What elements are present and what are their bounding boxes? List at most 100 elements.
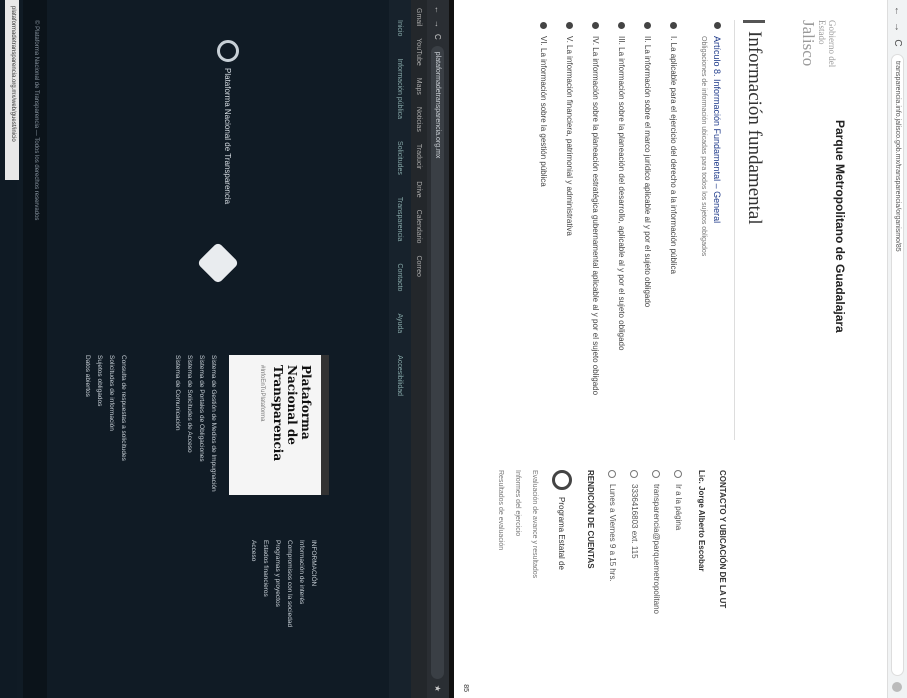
nav-item[interactable]: Accesibilidad bbox=[397, 355, 404, 396]
bookmark[interactable]: Drive bbox=[416, 181, 423, 197]
nav-item[interactable]: Contacto bbox=[397, 263, 404, 291]
extension-icon[interactable] bbox=[892, 682, 903, 692]
hero-section: Plataforma Nacional de Transparencia Pla… bbox=[17, 0, 389, 698]
list-item[interactable]: IV. La información sobre la planeación e… bbox=[574, 22, 600, 452]
bookmark[interactable]: Noticias bbox=[416, 107, 423, 132]
link[interactable]: Programas y proyectos bbox=[271, 540, 283, 690]
program-link[interactable]: Programa Estatal de bbox=[552, 470, 572, 690]
accountability-line[interactable]: Evaluación de avance y resultados bbox=[531, 470, 538, 690]
logo-line2: Jalisco bbox=[799, 20, 818, 67]
list-item[interactable]: II. La información sobre el marco jurídi… bbox=[626, 22, 652, 452]
link[interactable]: Consulta de respuestas a solicitudes bbox=[117, 355, 129, 535]
link[interactable]: Estados financieros bbox=[259, 540, 271, 690]
contact-heading: CONTACTO Y UBICACIÓN DE LA UT bbox=[718, 470, 727, 609]
program-icon bbox=[552, 470, 572, 490]
nav-item[interactable]: Solicitudes bbox=[397, 141, 404, 175]
phone-icon bbox=[630, 470, 639, 478]
star-icon[interactable]: ★ bbox=[434, 685, 443, 692]
address-bar[interactable]: plataformadetransparencia.org.mx bbox=[431, 45, 445, 679]
brand-name[interactable]: Plataforma Nacional de Transparencia bbox=[224, 68, 233, 204]
obligations-list: Artículo 8. Información Fundamental – Ge… bbox=[522, 22, 722, 452]
info-column: INFORMACIÓN Información de interés Compr… bbox=[247, 540, 319, 690]
back-icon[interactable]: ← bbox=[892, 6, 903, 16]
contact-panel: CONTACTO Y UBICACIÓN DE LA UT Lic. Jorge… bbox=[487, 470, 727, 690]
mail-icon bbox=[652, 470, 661, 478]
bookmark[interactable]: Gmail bbox=[416, 8, 423, 26]
right-browser-window: ← → C transparencia.info.jalisco.gob.mx/… bbox=[454, 0, 907, 698]
footer: © Plataforma Nacional de Transparencia —… bbox=[23, 0, 47, 698]
nav-item[interactable]: Ayuda bbox=[397, 313, 404, 333]
clock-icon bbox=[608, 470, 617, 478]
contact-row-text[interactable]: transparencia@parquemetropolitano bbox=[652, 484, 661, 614]
bullet-icon bbox=[644, 22, 651, 29]
link[interactable]: Sistema de Portales de Obligaciones bbox=[195, 355, 207, 535]
page-title: Parque Metropolitano de Guadalajara bbox=[833, 120, 847, 333]
logo-line1: Gobierno del Estado bbox=[817, 20, 837, 68]
bookmark[interactable]: YouTube bbox=[416, 38, 423, 66]
link[interactable]: Sistema de Comunicación bbox=[171, 355, 183, 535]
accountability-line[interactable]: Informes del ejercicio bbox=[514, 470, 521, 690]
address-bar[interactable]: transparencia.info.jalisco.gob.mx/transp… bbox=[891, 54, 904, 676]
list-item-label[interactable]: IV. La información sobre la planeación e… bbox=[591, 36, 600, 395]
divider bbox=[734, 20, 735, 440]
link[interactable]: Sistema de Gestión de Medios de Impugnac… bbox=[207, 355, 219, 535]
nav-item[interactable]: Inicio bbox=[397, 20, 404, 36]
list-item[interactable]: VI. La información sobre la gestión públ… bbox=[522, 22, 548, 452]
link[interactable]: Información de interés bbox=[295, 540, 307, 690]
bookmark[interactable]: Maps bbox=[416, 78, 423, 95]
link[interactable]: Sistema de Solicitudes de Acceso bbox=[183, 355, 195, 535]
list-item-label[interactable]: VI. La información sobre la gestión públ… bbox=[539, 36, 548, 187]
nav-item[interactable]: Información pública bbox=[397, 58, 404, 119]
bookmark[interactable]: Calendario bbox=[416, 210, 423, 244]
link[interactable]: Sujetos obligados bbox=[93, 355, 105, 535]
info-heading: INFORMACIÓN bbox=[310, 540, 317, 587]
list-item[interactable]: Artículo 8. Información Fundamental – Ge… bbox=[678, 22, 722, 452]
forward-icon[interactable]: → bbox=[434, 20, 443, 28]
jalisco-logo: Gobierno del Estado Jalisco bbox=[799, 20, 837, 80]
card-title: Plataforma Nacional de Transparencia bbox=[271, 365, 313, 462]
contact-row-text: 3336416803 ext. 115 bbox=[630, 484, 639, 559]
forward-icon[interactable]: → bbox=[892, 22, 903, 32]
list-item-label[interactable]: Artículo 8. Información Fundamental – Ge… bbox=[712, 36, 722, 223]
window-divider bbox=[449, 0, 454, 698]
list-item[interactable]: III. La información sobre la planeación … bbox=[600, 22, 626, 452]
hero-card: Plataforma Nacional de Transparencia #In… bbox=[229, 355, 329, 495]
link[interactable]: Compromisos con la sociedad bbox=[283, 540, 295, 690]
bullet-icon bbox=[618, 22, 625, 29]
link[interactable]: Datos abiertos bbox=[81, 355, 93, 535]
list-item-label[interactable]: I. La aplicable para el ejercicio del de… bbox=[669, 36, 678, 274]
links-column: Consulta de respuestas a solicitudes Sol… bbox=[81, 355, 129, 535]
list-item-label[interactable]: II. La información sobre el marco jurídi… bbox=[643, 36, 652, 307]
program-label[interactable]: Programa Estatal de bbox=[558, 497, 567, 570]
contact-row[interactable]: Ir a la página bbox=[674, 470, 683, 690]
section-title: Información fundamental bbox=[743, 20, 765, 225]
status-bar: plataformadetransparencia.org.mx/web/gue… bbox=[5, 0, 19, 180]
accountability-line[interactable]: Resultados de evaluación bbox=[497, 470, 504, 690]
brand-logo-icon bbox=[217, 40, 239, 62]
site-nav: Inicio Información pública Solicitudes T… bbox=[389, 0, 411, 698]
bookmark[interactable]: Traducir bbox=[416, 144, 423, 169]
bullet-icon bbox=[540, 22, 547, 29]
site-brand[interactable]: Plataforma Nacional de Transparencia bbox=[217, 40, 239, 204]
contact-row-text: Lunes a Viernes 9 a 15 hrs. bbox=[608, 484, 617, 582]
link[interactable]: Solicitudes de información bbox=[105, 355, 117, 535]
contact-row-text[interactable]: Ir a la página bbox=[674, 484, 683, 530]
nav-item[interactable]: Transparencia bbox=[397, 197, 404, 242]
links-column: Sistema de Gestión de Medios de Impugnac… bbox=[171, 355, 219, 535]
bookmark[interactable]: Correo bbox=[416, 255, 423, 276]
list-item-label[interactable]: V. La información financiera, patrimonia… bbox=[565, 36, 574, 236]
link[interactable]: Acceso bbox=[247, 540, 259, 690]
list-item[interactable]: I. La aplicable para el ejercicio del de… bbox=[652, 22, 678, 452]
browser-toolbar: ← → C plataformadetransparencia.org.mx ★ bbox=[427, 0, 449, 698]
list-item[interactable]: V. La información financiera, patrimonia… bbox=[548, 22, 574, 452]
bullet-icon bbox=[714, 22, 721, 29]
reload-icon[interactable]: C bbox=[434, 34, 443, 40]
reload-icon[interactable]: C bbox=[892, 38, 903, 48]
bullet-icon bbox=[670, 22, 677, 29]
back-icon[interactable]: ← bbox=[434, 6, 443, 14]
page-number: 85 bbox=[462, 684, 469, 692]
contact-name: Lic. Jorge Alberto Escobar bbox=[697, 470, 706, 572]
list-item-label[interactable]: III. La información sobre la planeación … bbox=[617, 36, 626, 350]
contact-row[interactable]: transparencia@parquemetropolitano bbox=[652, 470, 661, 690]
list-item-sub: Obligaciones de información ubicadas par… bbox=[700, 36, 707, 257]
